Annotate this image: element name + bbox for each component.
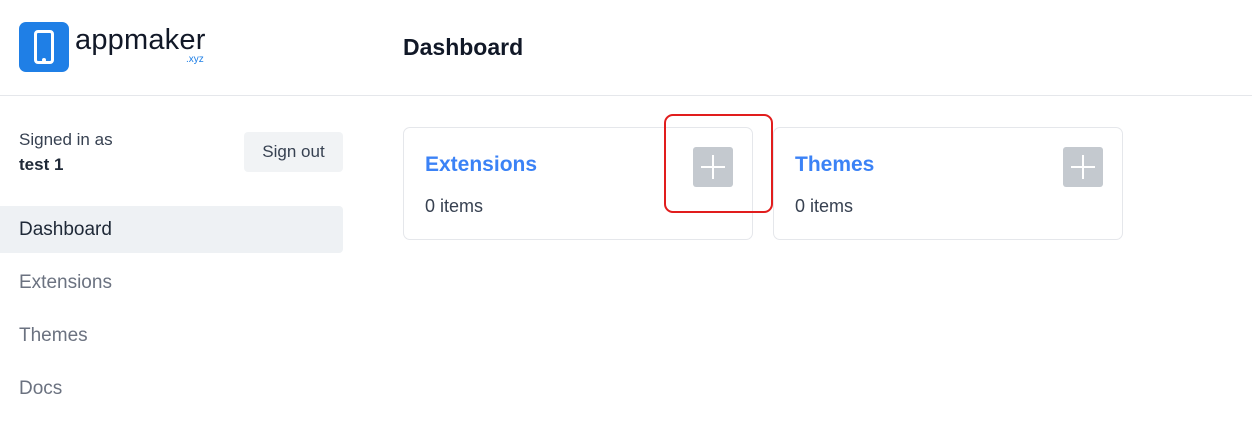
signed-in-label: Signed in as [19, 130, 113, 149]
extensions-card: Extensions 0 items [403, 127, 753, 240]
plus-icon-stroke [1082, 155, 1084, 179]
themes-card: Themes 0 items [773, 127, 1123, 240]
sidebar-item-dashboard[interactable]: Dashboard [0, 206, 343, 253]
phone-icon [19, 22, 69, 72]
extensions-item-count: 0 items [425, 196, 484, 216]
top-header: appmaker .xyz Dashboard [0, 0, 1252, 96]
page-title: Dashboard [403, 34, 524, 60]
sidebar-item-themes[interactable]: Themes [0, 312, 343, 359]
brand-name: appmaker [75, 24, 206, 56]
plus-icon-stroke [712, 155, 714, 179]
brand-text: appmaker .xyz [75, 22, 215, 72]
brand-logo[interactable]: appmaker .xyz [19, 22, 215, 72]
sign-out-button[interactable]: Sign out [244, 132, 343, 172]
add-extension-button[interactable] [693, 147, 733, 187]
extensions-card-title[interactable]: Extensions [425, 153, 537, 177]
signed-in-username: test 1 [19, 155, 64, 174]
sidebar-nav: Dashboard Extensions Themes Docs [0, 206, 343, 418]
themes-card-title[interactable]: Themes [795, 153, 874, 177]
sidebar-item-docs[interactable]: Docs [0, 365, 343, 412]
brand-suffix: .xyz [186, 54, 204, 65]
themes-item-count: 0 items [795, 196, 854, 216]
sidebar-item-extensions[interactable]: Extensions [0, 259, 343, 306]
phone-outline [34, 30, 54, 64]
add-theme-button[interactable] [1063, 147, 1103, 187]
